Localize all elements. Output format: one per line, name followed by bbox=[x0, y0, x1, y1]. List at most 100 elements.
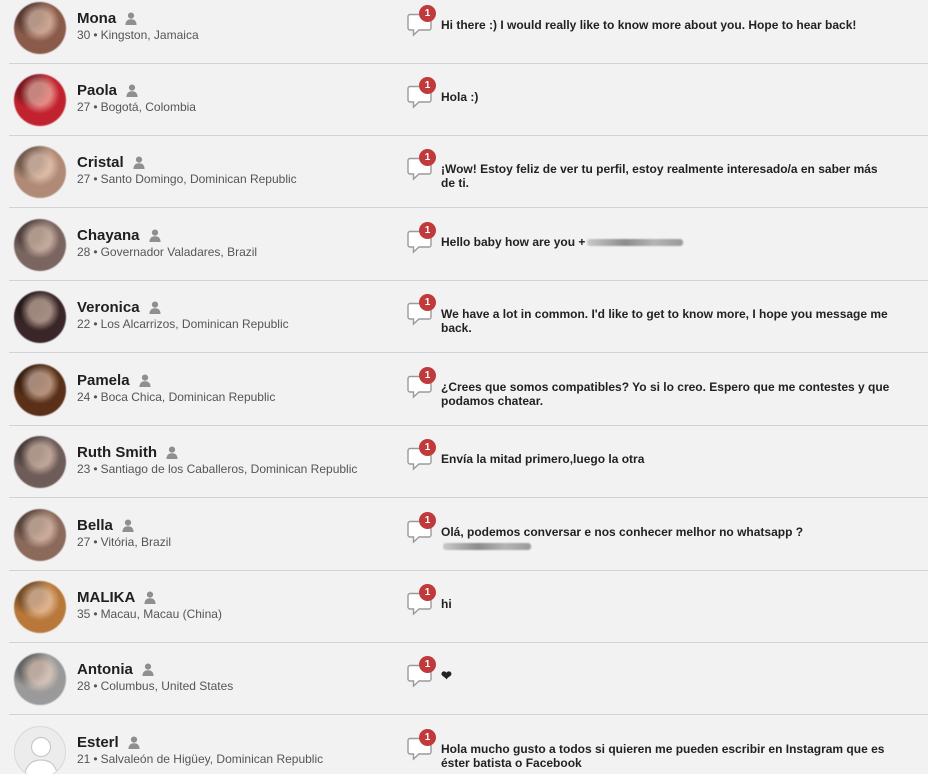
profile-name[interactable]: Pamela bbox=[77, 372, 130, 389]
message-row[interactable]: Pamela 24 • Boca Chica, Dominican Republic 1… bbox=[0, 354, 928, 426]
avatar[interactable] bbox=[14, 581, 66, 633]
open-chat-button[interactable]: 1 bbox=[407, 77, 436, 109]
avatar-placeholder[interactable] bbox=[14, 726, 66, 774]
message-row[interactable]: Mona 30 • Kingston, Jamaica 1 Hi there :) I w… bbox=[0, 0, 928, 64]
message-row[interactable]: Ruth Smith 23 • Santiago de los Caballeros,… bbox=[0, 426, 928, 498]
message-row[interactable]: Veronica 22 • Los Alcarrizos, Dominican Rep… bbox=[0, 281, 928, 353]
open-chat-button[interactable]: 1 bbox=[407, 5, 436, 37]
redacted-phone-number bbox=[443, 543, 531, 551]
person-icon bbox=[122, 519, 134, 532]
message-row[interactable]: Paola 27 • Bogotá, Colombia 1 Hola :) bbox=[0, 64, 928, 136]
message-row[interactable]: Antonia 28 • Columbus, United States 1 ❤ bbox=[0, 643, 928, 715]
avatar[interactable] bbox=[14, 364, 66, 416]
profile-name-line: Cristal bbox=[77, 154, 145, 171]
message-preview[interactable]: Hola :) bbox=[441, 90, 891, 104]
open-chat-button[interactable]: 1 bbox=[407, 222, 436, 254]
profile-name[interactable]: Bella bbox=[77, 517, 113, 534]
profile-name-line: Esterl bbox=[77, 734, 140, 751]
avatar[interactable] bbox=[14, 509, 66, 561]
avatar[interactable] bbox=[14, 291, 66, 343]
profile-name[interactable]: Veronica bbox=[77, 299, 140, 316]
message-row[interactable]: Esterl 21 • Salvaleón de Higüey, Dominican … bbox=[0, 716, 928, 774]
profile-age: 21 bbox=[77, 752, 91, 766]
avatar[interactable] bbox=[14, 146, 66, 198]
profile-details: 27 • Vitória, Brazil bbox=[77, 535, 171, 549]
person-icon bbox=[166, 446, 178, 459]
message-preview[interactable]: Hola mucho gusto a todos si quieren me p… bbox=[441, 742, 891, 770]
message-preview[interactable]: Olá, podemos conversar e nos conhecer me… bbox=[441, 525, 891, 553]
open-chat-button[interactable]: 1 bbox=[407, 367, 436, 399]
separator-dot: • bbox=[93, 28, 98, 42]
message-row[interactable]: Bella 27 • Vitória, Brazil 1 Olá, podemos con… bbox=[0, 499, 928, 571]
redacted-phone-number bbox=[587, 239, 684, 247]
separator-dot: • bbox=[93, 535, 98, 549]
profile-details: 35 • Macau, Macau (China) bbox=[77, 607, 222, 621]
message-preview[interactable]: We have a lot in common. I'd like to get… bbox=[441, 307, 891, 335]
profile-name[interactable]: Paola bbox=[77, 82, 117, 99]
unread-count-badge: 1 bbox=[419, 656, 436, 673]
message-text: Envía la mitad primero,luego la otra bbox=[441, 452, 645, 466]
row-divider bbox=[9, 714, 928, 715]
message-text: ❤ bbox=[441, 668, 452, 683]
avatar[interactable] bbox=[14, 74, 66, 126]
profile-age: 28 bbox=[77, 679, 91, 693]
unread-count-badge: 1 bbox=[419, 512, 436, 529]
message-preview[interactable]: ❤ bbox=[441, 669, 891, 683]
person-icon bbox=[125, 12, 137, 25]
profile-location: Boca Chica, Dominican Republic bbox=[100, 390, 276, 404]
profile-age: 27 bbox=[77, 535, 91, 549]
open-chat-button[interactable]: 1 bbox=[407, 729, 436, 761]
profile-location: Vitória, Brazil bbox=[100, 535, 172, 549]
row-divider bbox=[9, 352, 928, 353]
profile-name[interactable]: Antonia bbox=[77, 661, 133, 678]
profile-location: Macau, Macau (China) bbox=[100, 607, 222, 621]
open-chat-button[interactable]: 1 bbox=[407, 294, 436, 326]
message-text: Hola :) bbox=[441, 90, 479, 104]
profile-name[interactable]: MALIKA bbox=[77, 589, 135, 606]
open-chat-button[interactable]: 1 bbox=[407, 149, 436, 181]
unread-count-badge: 1 bbox=[419, 5, 436, 22]
message-preview[interactable]: Hello baby how are you + bbox=[441, 235, 891, 249]
message-preview[interactable]: Hi there :) I would really like to know … bbox=[441, 18, 891, 32]
profile-name[interactable]: Mona bbox=[77, 10, 116, 27]
profile-name-line: Bella bbox=[77, 517, 134, 534]
open-chat-button[interactable]: 1 bbox=[407, 512, 436, 544]
profile-name[interactable]: Chayana bbox=[77, 227, 140, 244]
person-icon bbox=[128, 736, 140, 749]
person-icon bbox=[144, 591, 156, 604]
separator-dot: • bbox=[93, 100, 98, 114]
message-row[interactable]: Chayana 28 • Governador Valadares, Brazil 1 H… bbox=[0, 209, 928, 281]
profile-name[interactable]: Ruth Smith bbox=[77, 444, 157, 461]
open-chat-button[interactable]: 1 bbox=[407, 656, 436, 688]
profile-age: 28 bbox=[77, 245, 91, 259]
open-chat-button[interactable]: 1 bbox=[407, 439, 436, 471]
profile-name-line: Ruth Smith bbox=[77, 444, 178, 461]
avatar[interactable] bbox=[14, 2, 66, 54]
message-text: Olá, podemos conversar e nos conhecer me… bbox=[441, 525, 804, 539]
person-icon bbox=[133, 156, 145, 169]
message-text: hi bbox=[441, 597, 452, 611]
avatar[interactable] bbox=[14, 436, 66, 488]
message-preview[interactable]: hi bbox=[441, 597, 891, 611]
row-divider bbox=[9, 497, 928, 498]
profile-details: 21 • Salvaleón de Higüey, Dominican Republ… bbox=[77, 752, 323, 766]
profile-name[interactable]: Esterl bbox=[77, 734, 119, 751]
message-row[interactable]: Cristal 27 • Santo Domingo, Dominican Repub… bbox=[0, 136, 928, 208]
profile-name-line: Mona bbox=[77, 10, 137, 27]
profile-details: 27 • Bogotá, Colombia bbox=[77, 100, 196, 114]
avatar[interactable] bbox=[14, 653, 66, 705]
message-preview[interactable]: ¡Wow! Estoy feliz de ver tu perfil, esto… bbox=[441, 162, 891, 190]
message-preview[interactable]: Envía la mitad primero,luego la otra bbox=[441, 452, 891, 466]
person-icon bbox=[138, 374, 151, 387]
profile-name[interactable]: Cristal bbox=[77, 154, 124, 171]
separator-dot: • bbox=[93, 607, 98, 621]
profile-location: Governador Valadares, Brazil bbox=[100, 245, 258, 259]
profile-name-line: Pamela bbox=[77, 372, 151, 389]
message-row[interactable]: MALIKA 35 • Macau, Macau (China) 1 hi bbox=[0, 571, 928, 643]
profile-details: 28 • Governador Valadares, Brazil bbox=[77, 245, 257, 259]
open-chat-button[interactable]: 1 bbox=[407, 584, 436, 616]
message-preview[interactable]: ¿Crees que somos compatibles? Yo si lo c… bbox=[441, 380, 891, 408]
avatar[interactable] bbox=[14, 219, 66, 271]
message-text: Hello baby how are you + bbox=[441, 235, 586, 249]
profile-location: Columbus, United States bbox=[100, 679, 234, 693]
